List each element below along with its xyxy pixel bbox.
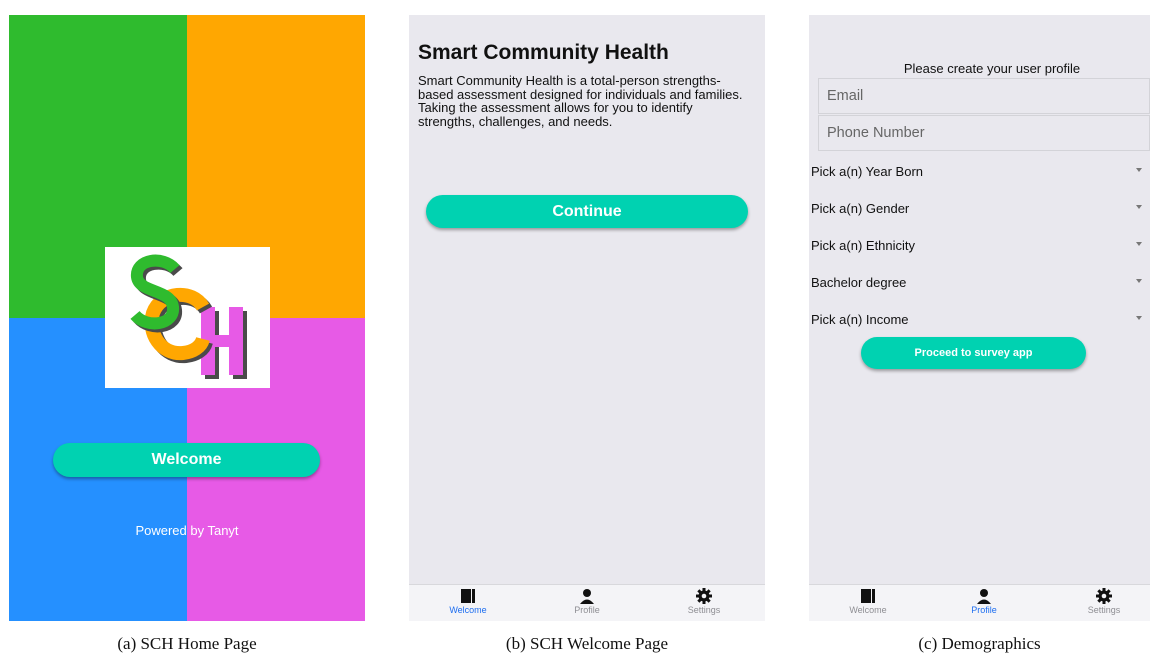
email-field[interactable]: Email [818,78,1150,114]
page-title: Smart Community Health [418,41,669,64]
caption-c: (c) Demographics [918,634,1041,653]
phone-number-field[interactable]: Phone Number [818,115,1150,151]
profile-heading: Please create your user profile [903,61,1081,76]
tab-settings-label: Settings [1087,605,1121,615]
home-page-screen: Welcome Powered by Tanyt [9,15,365,621]
year-born-picker[interactable]: Pick a(n) Year Born [809,159,1150,183]
person-icon [580,589,594,604]
book-icon [461,589,475,603]
ethnicity-label: Pick a(n) Ethnicity [811,237,916,253]
dropdown-caret-icon [1136,316,1142,320]
gear-icon [696,588,712,604]
person-icon [977,589,991,604]
tab-settings-label: Settings [687,605,721,615]
dropdown-caret-icon [1136,168,1142,172]
proceed-button[interactable]: Proceed to survey app [861,337,1086,369]
ethnicity-picker[interactable]: Pick a(n) Ethnicity [809,233,1150,257]
tab-profile-label: Profile [574,605,600,615]
income-label: Pick a(n) Income [811,311,909,327]
year-born-label: Pick a(n) Year Born [811,163,924,179]
caption-a: (a) SCH Home Page [117,634,257,653]
income-picker[interactable]: Pick a(n) Income [809,307,1150,331]
gender-label: Pick a(n) Gender [811,200,910,216]
gender-picker[interactable]: Pick a(n) Gender [809,196,1150,220]
education-picker[interactable]: Bachelor degree [809,270,1150,294]
dropdown-caret-icon [1136,205,1142,209]
welcome-button[interactable]: Welcome [53,443,320,477]
tab-profile-label: Profile [971,605,997,615]
education-label: Bachelor degree [811,274,907,290]
tab-welcome-label: Welcome [449,605,487,615]
powered-by-text: Powered by Tanyt [135,523,239,538]
tab-welcome-label: Welcome [849,605,887,615]
tab-settings[interactable]: Settings [664,585,744,621]
dropdown-caret-icon [1136,242,1142,246]
description-text: Smart Community Health is a total-person… [418,73,743,129]
continue-button[interactable]: Continue [426,195,748,228]
tab-settings[interactable]: Settings [1064,585,1144,621]
sch-logo [105,247,270,388]
tab-profile[interactable]: Profile [944,585,1024,621]
caption-b: (b) SCH Welcome Page [505,634,669,653]
tab-welcome[interactable]: Welcome [428,585,508,621]
tab-welcome[interactable]: Welcome [828,585,908,621]
tab-profile[interactable]: Profile [547,585,627,621]
tab-bar: Welcome Profile Settings [809,584,1150,621]
tab-bar: Welcome Profile Settings [409,584,765,621]
dropdown-caret-icon [1136,279,1142,283]
welcome-page-screen: Smart Community Health Smart Community H… [409,15,765,621]
gear-icon [1096,588,1112,604]
demographics-screen: Please create your user profile Email Ph… [809,15,1150,621]
book-icon [861,589,875,603]
